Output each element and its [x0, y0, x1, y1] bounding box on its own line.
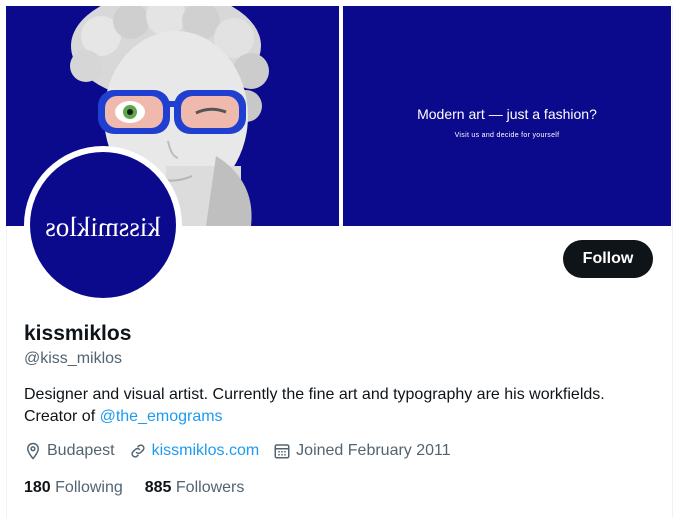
followers-label: Followers [175, 479, 245, 496]
profile-meta: Budapest kissmiklos.com Joined February … [24, 441, 465, 461]
calendar-icon [274, 444, 290, 459]
banner-headline: Modern art — just a fashion? [417, 106, 597, 122]
profile-name: kissmiklos [24, 322, 132, 345]
following-count: 180 [24, 479, 51, 496]
bio-line: Designer and visual artist. Currently th… [24, 386, 605, 403]
joined-text: Joined February 2011 [296, 442, 451, 459]
followers-stat[interactable]: 885 Followers [145, 479, 245, 497]
avatar[interactable]: kissmiklos [30, 152, 176, 298]
bio-line-2: Creator of @the_emograms [24, 406, 654, 428]
meta-location: Budapest [24, 442, 115, 460]
profile-bio: Designer and visual artist. Currently th… [24, 384, 654, 428]
website-link[interactable]: kissmiklos.com [152, 442, 260, 460]
banner-subline: Visit us and decide for yourself [454, 132, 560, 139]
bio-prefix: Creator of [24, 408, 100, 425]
following-stat[interactable]: 180 Following [24, 479, 123, 497]
bio-mention-link[interactable]: @the_emograms [100, 408, 223, 425]
follow-button[interactable]: Follow [563, 240, 653, 278]
location-icon [26, 442, 40, 460]
profile-stats: 180 Following 885 Followers [24, 479, 266, 497]
location-text: Budapest [47, 442, 115, 459]
following-label: Following [55, 479, 123, 496]
link-icon [131, 444, 145, 458]
avatar-logo-text: kissmiklos [45, 212, 161, 242]
meta-website[interactable]: kissmiklos.com [129, 442, 260, 460]
meta-joined: Joined February 2011 [273, 442, 451, 460]
followers-count: 885 [144, 479, 172, 496]
profile-handle: @kiss_miklos [24, 350, 123, 367]
banner-text-panel: Modern art — just a fashion? Visit us an… [343, 6, 671, 226]
